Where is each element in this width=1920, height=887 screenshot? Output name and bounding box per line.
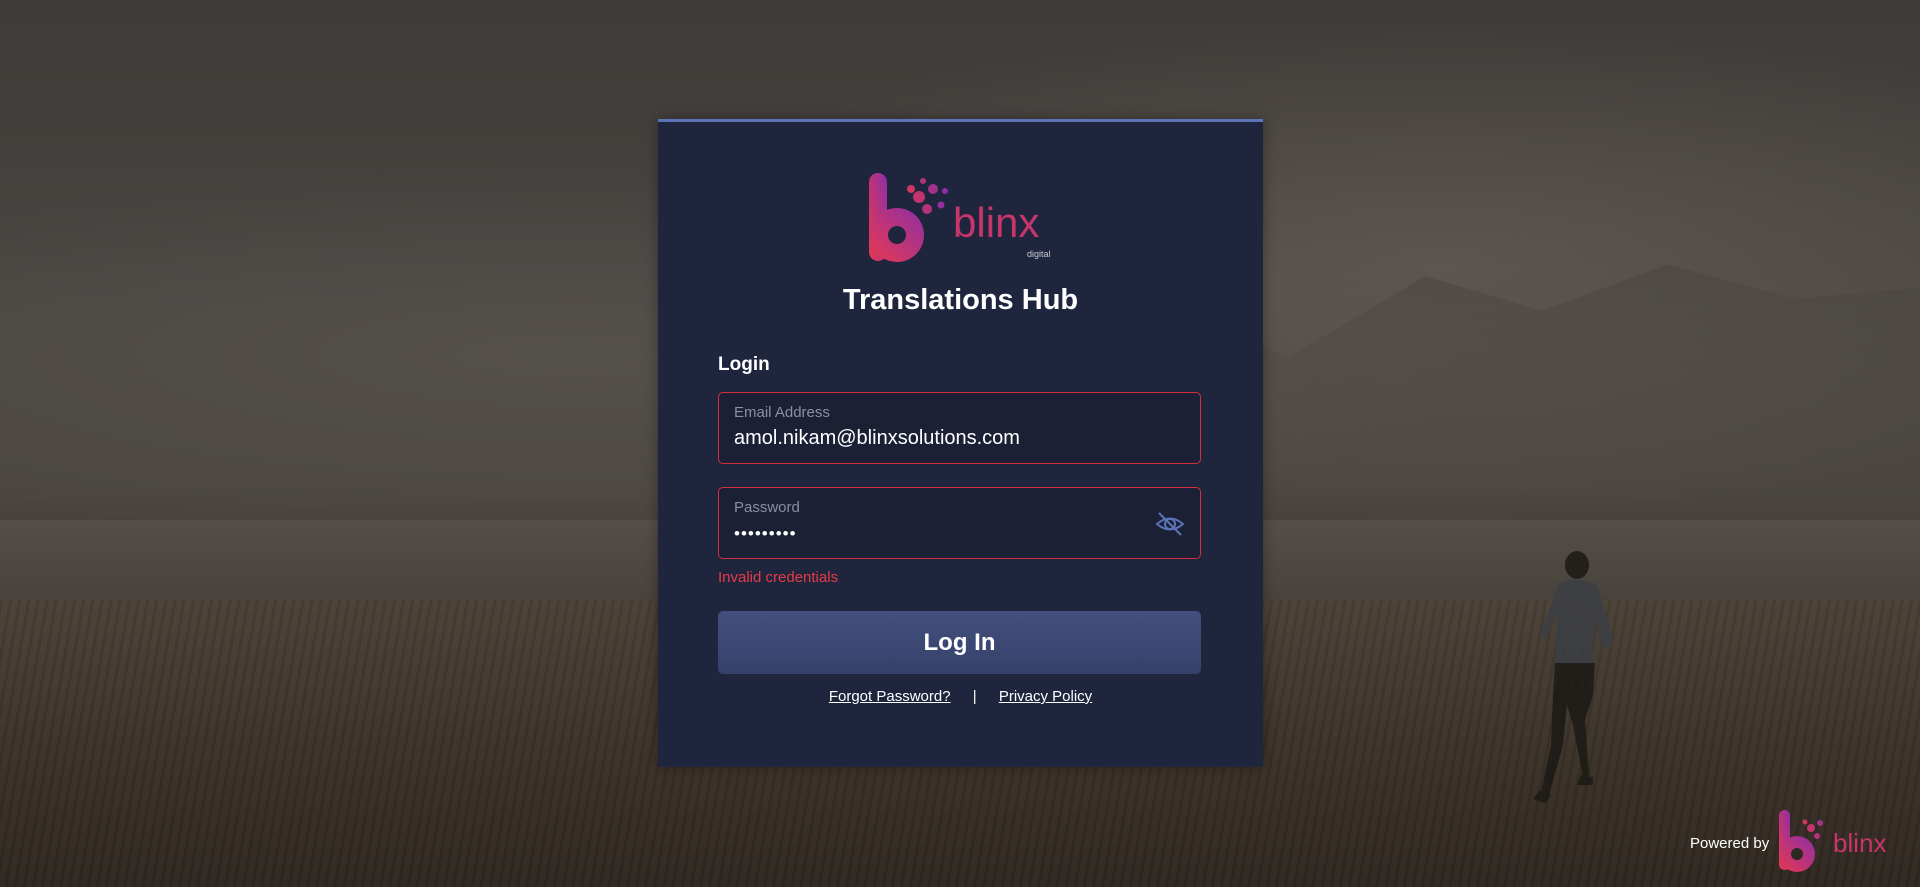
password-input-value[interactable]: ••••••••• xyxy=(734,524,797,544)
footer-links: Forgot Password? | Privacy Policy xyxy=(658,688,1263,705)
runner-figure xyxy=(1533,551,1613,803)
powered-by: Powered by blinx xyxy=(1690,808,1910,878)
email-label: Email Address xyxy=(734,404,830,421)
app-title: Translations Hub xyxy=(842,284,1079,316)
svg-text:blinx: blinx xyxy=(953,199,1039,246)
login-button[interactable]: Log In xyxy=(718,611,1201,674)
error-message: Invalid credentials xyxy=(718,569,839,586)
blinx-logo-icon: blinx digital xyxy=(868,173,1051,262)
email-field[interactable]: Email Address amol.nikam@blinxsolutions.… xyxy=(718,392,1201,464)
eye-off-icon[interactable] xyxy=(1154,508,1186,540)
svg-text:digital: digital xyxy=(1027,249,1051,259)
powered-by-text: Powered by xyxy=(1690,835,1770,852)
svg-text:blinx: blinx xyxy=(1833,828,1886,858)
blinx-footer-logo-icon: blinx xyxy=(1779,810,1886,872)
login-heading: Login xyxy=(718,354,770,375)
password-field[interactable]: Password ••••••••• xyxy=(718,487,1201,559)
brand-logo: blinx digital xyxy=(658,167,1263,272)
privacy-policy-link[interactable]: Privacy Policy xyxy=(999,688,1092,705)
link-separator: | xyxy=(972,688,977,705)
email-input-value[interactable]: amol.nikam@blinxsolutions.com xyxy=(734,427,1020,450)
password-label: Password xyxy=(734,499,800,516)
forgot-password-link[interactable]: Forgot Password? xyxy=(829,688,951,705)
login-card: blinx digital Translations Hub Login Ema… xyxy=(658,119,1263,767)
